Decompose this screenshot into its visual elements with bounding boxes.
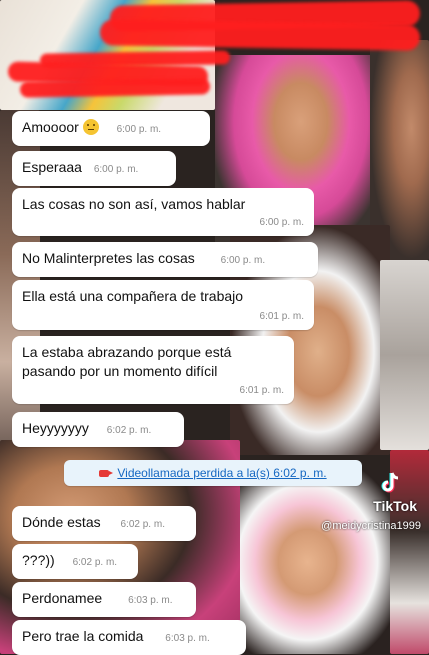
message-text: Perdonamee <box>22 590 103 606</box>
message-text: Ella está una compañera de trabajo <box>22 288 244 304</box>
message-text: Heyyyyyyy <box>22 420 89 436</box>
message-time: 6:03 p. m. <box>128 595 173 606</box>
message-text: Amoooor <box>22 119 79 135</box>
message-bubble: Pero trae la comida 6:03 p. m. <box>12 620 246 655</box>
message-time: 6:03 p. m. <box>165 633 210 644</box>
message-time: 6:02 p. m. <box>72 557 118 568</box>
photo-baby-pink-bib <box>240 470 390 654</box>
tiktok-handle: @meidycristina1999 <box>321 520 421 532</box>
message-time: 6:01 p. m. <box>239 385 284 396</box>
photo-right-mid <box>380 260 429 450</box>
message-bubble: No Malinterpretes las cosas 6:00 p. m. <box>12 242 318 277</box>
message-bubble: Esperaaa 6:00 p. m. <box>12 151 176 186</box>
message-bubble: Dónde estas 6:02 p. m. <box>12 506 196 541</box>
message-time: 6:02 p. m. <box>106 425 152 436</box>
message-time: 6:02 p. m. <box>120 519 165 530</box>
tiktok-logo-icon <box>381 472 399 493</box>
message-bubble: Perdonamee 6:03 p. m. <box>12 582 196 617</box>
message-bubble: Amoooor 6:00 p. m. <box>12 111 210 146</box>
missed-video-call-text[interactable]: Videollamada perdida a la(s) 6:02 p. m. <box>117 466 326 480</box>
message-time: 6:00 p. m. <box>116 124 162 135</box>
message-text: La estaba abrazando porque está pasando … <box>22 344 232 379</box>
message-bubble: Las cosas no son así, vamos hablar 6:00 … <box>12 188 314 236</box>
message-time: 6:00 p. m. <box>259 217 304 228</box>
message-text: Dónde estas <box>22 514 101 530</box>
message-text: Las cosas no son así, vamos hablar <box>22 196 246 212</box>
confused-face-icon <box>82 119 99 135</box>
message-bubble: La estaba abrazando porque está pasando … <box>12 336 294 404</box>
missed-video-call-notice[interactable]: Videollamada perdida a la(s) 6:02 p. m. <box>64 460 362 486</box>
message-bubble: ???)) 6:02 p. m. <box>12 544 138 579</box>
missed-video-call-icon <box>99 469 114 477</box>
message-text: Esperaaa <box>22 159 82 175</box>
message-time: 6:00 p. m. <box>93 164 139 175</box>
message-time: 6:00 p. m. <box>220 255 266 266</box>
tiktok-brand: TikTok <box>373 498 417 514</box>
message-bubble: Ella está una compañera de trabajo 6:01 … <box>12 280 314 330</box>
message-time: 6:01 p. m. <box>259 311 304 322</box>
message-text: No Malinterpretes las cosas <box>22 250 195 266</box>
message-bubble: Heyyyyyyy 6:02 p. m. <box>12 412 184 447</box>
message-text: ???)) <box>22 552 55 568</box>
message-text: Pero trae la comida <box>22 628 144 644</box>
